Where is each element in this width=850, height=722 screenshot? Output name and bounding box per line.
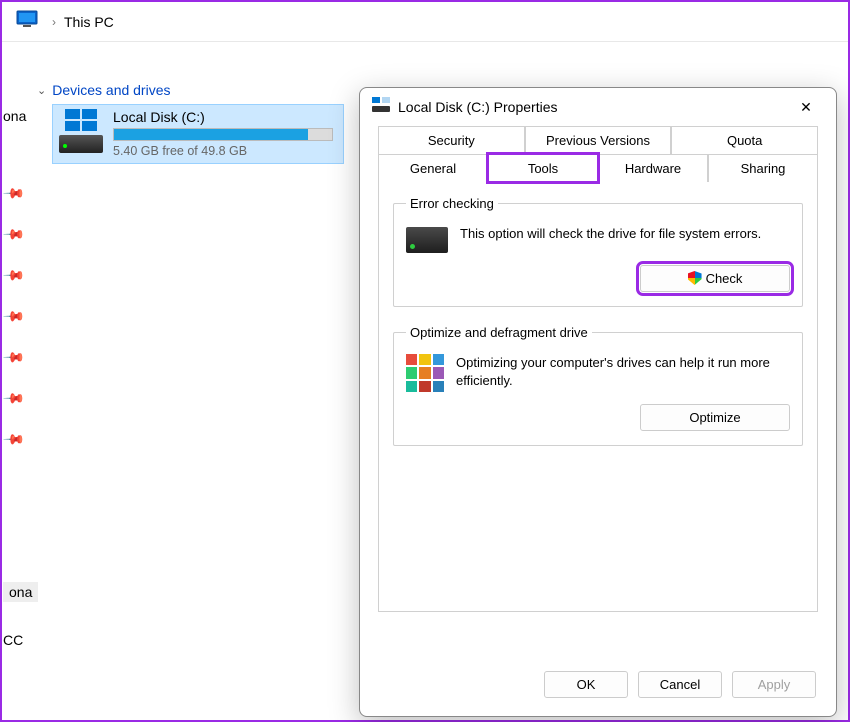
drive-label: Local Disk (C:) bbox=[113, 109, 337, 125]
section-title: Devices and drives bbox=[52, 82, 170, 98]
pin-icon: 📌 bbox=[2, 386, 28, 412]
optimize-description: Optimizing your computer's drives can he… bbox=[456, 354, 790, 389]
check-button[interactable]: Check bbox=[640, 265, 790, 292]
pinned-items-strip: 📌 📌 📌 📌 📌 📌 📌 bbox=[5, 162, 25, 473]
drive-usage-bar bbox=[113, 128, 333, 141]
chevron-down-icon: ⌄ bbox=[37, 84, 46, 97]
tab-tools[interactable]: Tools bbox=[488, 154, 598, 182]
address-bar[interactable]: › This PC bbox=[2, 2, 848, 42]
pin-icon: 📌 bbox=[2, 345, 28, 371]
dialog-titlebar[interactable]: Local Disk (C:) Properties ✕ bbox=[360, 88, 836, 126]
group-legend: Optimize and defragment drive bbox=[406, 325, 592, 340]
drive-item-c[interactable]: Local Disk (C:) 5.40 GB free of 49.8 GB bbox=[52, 104, 344, 164]
close-button[interactable]: ✕ bbox=[788, 93, 824, 121]
pin-icon: 📌 bbox=[2, 181, 28, 207]
truncated-nav-text-2: ona bbox=[3, 582, 38, 602]
chevron-right-icon: › bbox=[52, 15, 56, 29]
tab-panel-tools: Error checking This option will check th… bbox=[378, 182, 818, 612]
group-legend: Error checking bbox=[406, 196, 498, 211]
tab-strip: Security Previous Versions Quota General… bbox=[360, 126, 836, 182]
truncated-nav-text-1: ona bbox=[3, 108, 26, 124]
tab-hardware[interactable]: Hardware bbox=[598, 154, 708, 182]
dialog-title: Local Disk (C:) Properties bbox=[398, 99, 788, 115]
pin-icon: 📌 bbox=[2, 427, 28, 453]
truncated-nav-text-3: CC bbox=[3, 632, 23, 648]
section-devices-and-drives[interactable]: ⌄ Devices and drives bbox=[37, 82, 171, 98]
ok-button[interactable]: OK bbox=[544, 671, 628, 698]
tab-quota[interactable]: Quota bbox=[671, 126, 818, 154]
pin-icon: 📌 bbox=[2, 222, 28, 248]
error-check-description: This option will check the drive for fil… bbox=[460, 225, 790, 243]
tab-sharing[interactable]: Sharing bbox=[708, 154, 818, 182]
defrag-icon bbox=[406, 354, 444, 392]
pin-icon: 📌 bbox=[2, 304, 28, 330]
check-button-label: Check bbox=[706, 271, 743, 286]
tab-security[interactable]: Security bbox=[378, 126, 525, 154]
apply-button[interactable]: Apply bbox=[732, 671, 816, 698]
cancel-button[interactable]: Cancel bbox=[638, 671, 722, 698]
drive-check-icon bbox=[406, 227, 448, 253]
properties-dialog: Local Disk (C:) Properties ✕ Security Pr… bbox=[359, 87, 837, 717]
group-optimize: Optimize and defragment drive Optimizing… bbox=[393, 325, 803, 446]
dialog-button-row: OK Cancel Apply bbox=[360, 657, 836, 716]
breadcrumb-location[interactable]: This PC bbox=[64, 14, 114, 30]
tab-previous-versions[interactable]: Previous Versions bbox=[525, 126, 672, 154]
drive-small-icon bbox=[372, 97, 390, 118]
pin-icon: 📌 bbox=[2, 263, 28, 289]
group-error-checking: Error checking This option will check th… bbox=[393, 196, 803, 307]
optimize-button[interactable]: Optimize bbox=[640, 404, 790, 431]
drive-free-text: 5.40 GB free of 49.8 GB bbox=[113, 144, 337, 158]
uac-shield-icon bbox=[688, 271, 702, 285]
tab-general[interactable]: General bbox=[378, 154, 488, 182]
this-pc-icon bbox=[16, 10, 38, 33]
drive-icon bbox=[59, 109, 103, 153]
